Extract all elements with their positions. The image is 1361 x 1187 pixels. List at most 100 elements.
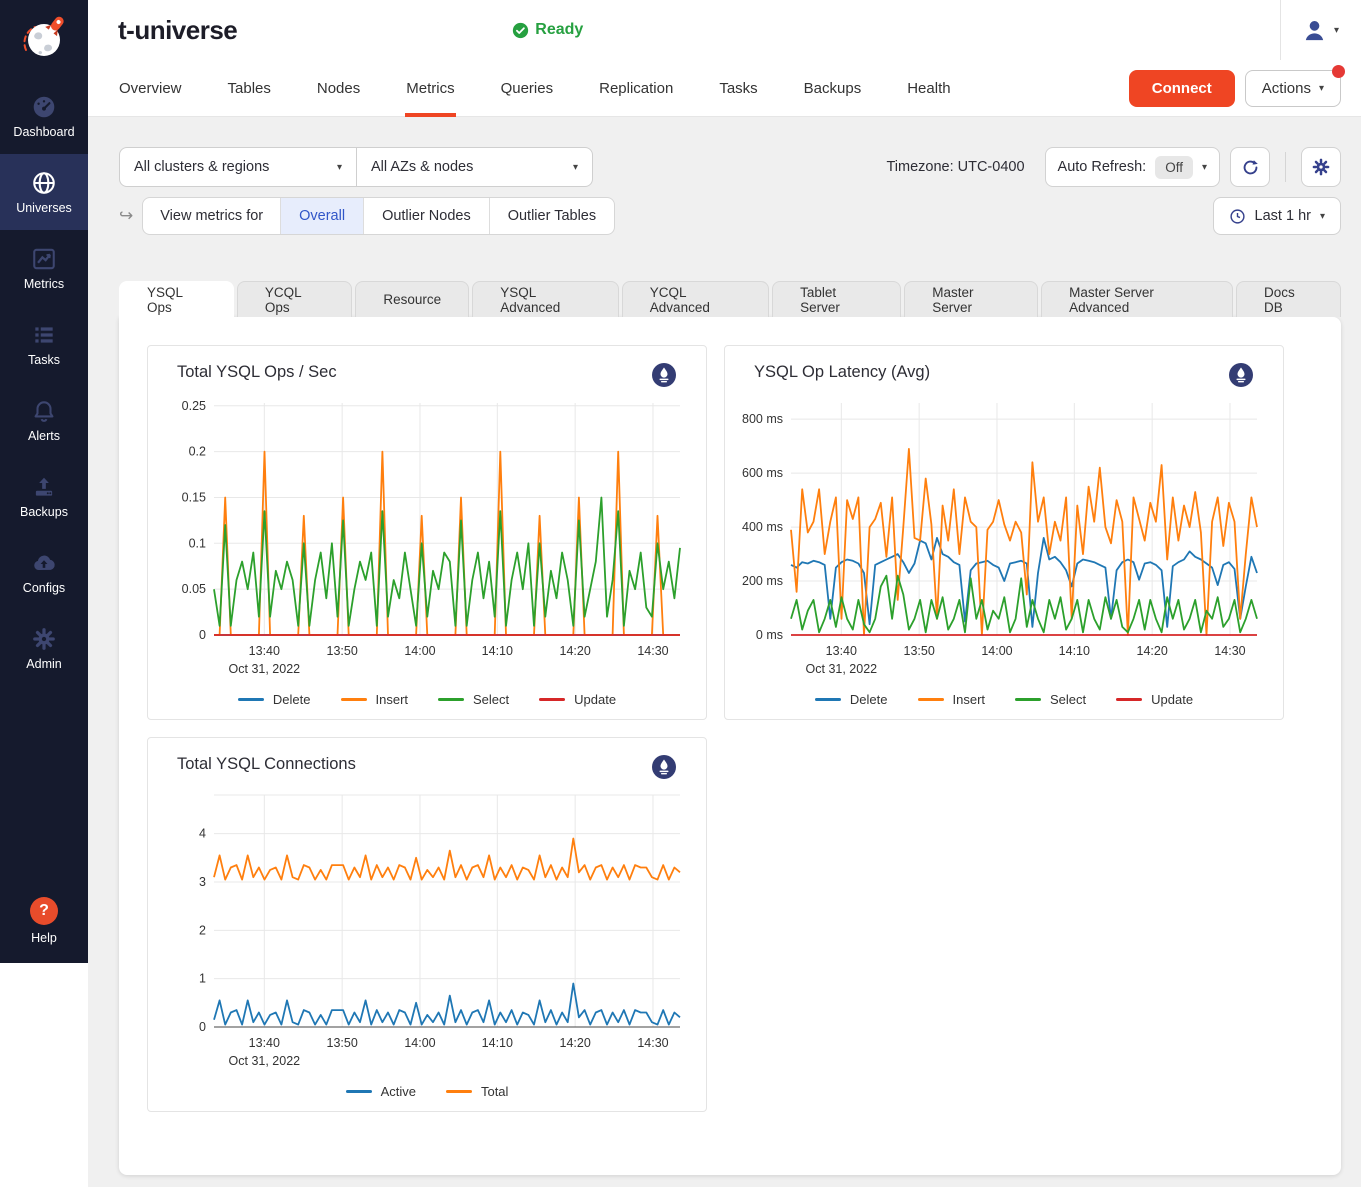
tab-ysql-advanced[interactable]: YSQL Advanced bbox=[472, 281, 619, 317]
legend-item[interactable]: Insert bbox=[918, 692, 986, 707]
refresh-button[interactable] bbox=[1230, 147, 1270, 187]
svg-text:14:00: 14:00 bbox=[981, 644, 1012, 658]
chart-title: Total YSQL Connections bbox=[177, 755, 356, 774]
legend-item[interactable]: Update bbox=[1116, 692, 1193, 707]
nav-tab-health[interactable]: Health bbox=[884, 60, 973, 117]
svg-text:600 ms: 600 ms bbox=[742, 466, 783, 480]
legend-label: Insert bbox=[376, 692, 409, 707]
notification-dot bbox=[1332, 65, 1345, 78]
prometheus-icon[interactable] bbox=[652, 363, 676, 387]
sidebar-item-universes[interactable]: Universes bbox=[0, 154, 88, 230]
chart-legend: Active Total bbox=[162, 1084, 692, 1099]
sidebar-item-label: Tasks bbox=[28, 353, 60, 367]
auto-refresh-select[interactable]: Auto Refresh: Off ▾ bbox=[1045, 147, 1220, 187]
tab-docs-db[interactable]: Docs DB bbox=[1236, 281, 1341, 317]
chart-plot[interactable]: 13:4013:5014:0014:1014:2014:3001234Oct 3… bbox=[162, 787, 692, 1080]
chevron-down-icon: ▾ bbox=[1334, 25, 1339, 36]
chevron-down-icon: ▾ bbox=[337, 162, 342, 173]
clusters-regions-select[interactable]: All clusters & regions ▾ bbox=[119, 147, 357, 187]
chart-title: Total YSQL Ops / Sec bbox=[177, 363, 337, 382]
chart-plot[interactable]: 13:4013:5014:0014:1014:2014:300 ms200 ms… bbox=[739, 395, 1269, 688]
nav-tab-backups[interactable]: Backups bbox=[781, 60, 885, 117]
sidebar-item-help[interactable]: ? Help bbox=[0, 897, 88, 945]
tab-resource[interactable]: Resource bbox=[355, 281, 469, 317]
svg-text:0 ms: 0 ms bbox=[756, 628, 783, 642]
svg-text:Oct 31, 2022: Oct 31, 2022 bbox=[229, 1054, 301, 1068]
tab-ycql-ops[interactable]: YCQL Ops bbox=[237, 281, 353, 317]
tab-tablet-server[interactable]: Tablet Server bbox=[772, 281, 901, 317]
tab-master-server-advanced[interactable]: Master Server Advanced bbox=[1041, 281, 1233, 317]
nav-tab-tables[interactable]: Tables bbox=[205, 60, 294, 117]
nav-tab-nodes[interactable]: Nodes bbox=[294, 60, 383, 117]
legend-swatch bbox=[238, 698, 264, 701]
azs-nodes-select[interactable]: All AZs & nodes ▾ bbox=[356, 147, 593, 187]
chart-legend: Delete Insert Select Update bbox=[739, 692, 1269, 707]
prometheus-icon[interactable] bbox=[652, 755, 676, 779]
settings-button[interactable] bbox=[1301, 147, 1341, 187]
chart-title: YSQL Op Latency (Avg) bbox=[754, 363, 930, 382]
legend-item[interactable]: Delete bbox=[815, 692, 888, 707]
list-icon bbox=[31, 322, 57, 348]
sidebar-item-tasks[interactable]: Tasks bbox=[0, 306, 88, 382]
sidebar-item-label: Backups bbox=[20, 505, 68, 519]
legend-label: Delete bbox=[273, 692, 311, 707]
svg-text:0: 0 bbox=[199, 1020, 206, 1034]
actions-label: Actions bbox=[1262, 80, 1311, 97]
nav-tab-replication[interactable]: Replication bbox=[576, 60, 696, 117]
svg-text:0.05: 0.05 bbox=[182, 582, 206, 596]
svg-text:Oct 31, 2022: Oct 31, 2022 bbox=[229, 662, 301, 676]
prometheus-icon[interactable] bbox=[1229, 363, 1253, 387]
sidebar-item-backups[interactable]: Backups bbox=[0, 458, 88, 534]
view-tab-outlier-tables[interactable]: Outlier Tables bbox=[489, 198, 614, 234]
svg-text:14:30: 14:30 bbox=[637, 1036, 668, 1050]
actions-button[interactable]: Actions ▾ bbox=[1245, 70, 1341, 107]
nav-tab-overview[interactable]: Overview bbox=[96, 60, 205, 117]
rocket-globe-logo-icon bbox=[16, 11, 72, 67]
user-avatar-icon bbox=[1301, 17, 1328, 44]
svg-text:0.25: 0.25 bbox=[182, 399, 206, 413]
sidebar-item-admin[interactable]: Admin bbox=[0, 610, 88, 686]
sidebar-item-alerts[interactable]: Alerts bbox=[0, 382, 88, 458]
sidebar-item-label: Admin bbox=[26, 657, 61, 671]
legend-item[interactable]: Insert bbox=[341, 692, 409, 707]
svg-text:13:40: 13:40 bbox=[826, 644, 857, 658]
view-metrics-label: View metrics for bbox=[143, 198, 280, 234]
sidebar-item-configs[interactable]: Configs bbox=[0, 534, 88, 610]
tab-ysql-ops[interactable]: YSQL Ops bbox=[119, 281, 234, 317]
svg-text:13:50: 13:50 bbox=[327, 644, 358, 658]
svg-text:14:00: 14:00 bbox=[404, 1036, 435, 1050]
legend-item[interactable]: Update bbox=[539, 692, 616, 707]
svg-text:14:20: 14:20 bbox=[560, 1036, 591, 1050]
legend-swatch bbox=[815, 698, 841, 701]
top-header: t-universe Ready ▾ bbox=[88, 0, 1361, 60]
time-range-select[interactable]: Last 1 hr ▾ bbox=[1213, 197, 1341, 235]
connect-button[interactable]: Connect bbox=[1129, 70, 1235, 107]
sidebar-item-label: Configs bbox=[23, 581, 65, 595]
nav-tab-tasks[interactable]: Tasks bbox=[696, 60, 780, 117]
tab-ycql-advanced[interactable]: YCQL Advanced bbox=[622, 281, 769, 317]
legend-item[interactable]: Delete bbox=[238, 692, 311, 707]
view-tab-overall[interactable]: Overall bbox=[280, 198, 363, 234]
svg-text:400 ms: 400 ms bbox=[742, 520, 783, 534]
universe-nav: Overview Tables Nodes Metrics Queries Re… bbox=[88, 60, 1361, 117]
legend-item[interactable]: Active bbox=[346, 1084, 416, 1099]
user-menu[interactable]: ▾ bbox=[1280, 0, 1361, 60]
sidebar-item-label: Universes bbox=[16, 201, 72, 215]
globe-icon bbox=[31, 170, 57, 196]
legend-item[interactable]: Select bbox=[438, 692, 509, 707]
sidebar-item-metrics[interactable]: Metrics bbox=[0, 230, 88, 306]
chart-plot[interactable]: 13:4013:5014:0014:1014:2014:3000.050.10.… bbox=[162, 395, 692, 688]
yugabyte-logo[interactable] bbox=[0, 0, 88, 78]
nav-tab-queries[interactable]: Queries bbox=[478, 60, 577, 117]
legend-item[interactable]: Select bbox=[1015, 692, 1086, 707]
charts-panel: Total YSQL Ops / Sec 13:4013:5014:0014:1… bbox=[119, 317, 1341, 1175]
legend-swatch bbox=[1015, 698, 1041, 701]
legend-label: Insert bbox=[953, 692, 986, 707]
tab-master-server[interactable]: Master Server bbox=[904, 281, 1038, 317]
chevron-down-icon: ▾ bbox=[573, 162, 578, 173]
sidebar-item-dashboard[interactable]: Dashboard bbox=[0, 78, 88, 154]
view-tab-outlier-nodes[interactable]: Outlier Nodes bbox=[363, 198, 489, 234]
legend-swatch bbox=[341, 698, 367, 701]
nav-tab-metrics[interactable]: Metrics bbox=[383, 60, 477, 117]
legend-item[interactable]: Total bbox=[446, 1084, 508, 1099]
